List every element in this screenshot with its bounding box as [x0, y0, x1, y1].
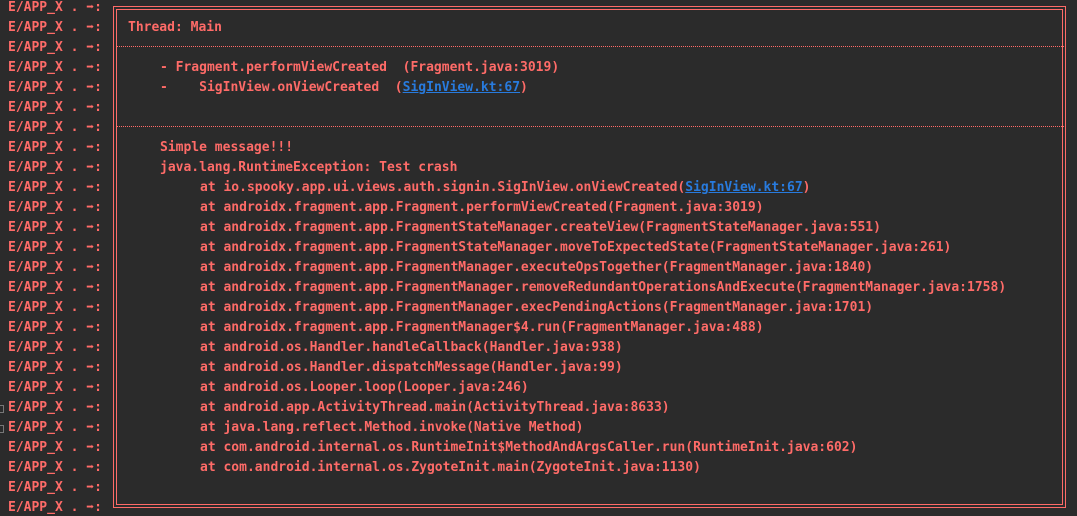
log-line: E/APP_X . ➡:: [0, 118, 1077, 138]
method-line: - SigInView.onViewCreated (SigInView.kt:…: [160, 78, 528, 98]
method-text: - Fragment.performViewCreated (Fragment.…: [160, 60, 560, 75]
stack-frame: at androidx.fragment.app.FragmentStateMa…: [200, 218, 881, 238]
stack-frame: at androidx.fragment.app.FragmentManager…: [200, 258, 873, 278]
log-tag: E/APP_X . ➡:: [8, 40, 102, 55]
log-tag: E/APP_X . ➡:: [8, 140, 102, 155]
log-tag: E/APP_X . ➡:: [8, 120, 102, 135]
log-tag: E/APP_X . ➡:: [8, 420, 102, 435]
log-line: E/APP_X . ➡: at androidx.fragment.app.Fra…: [0, 238, 1077, 258]
stack-frame: at androidx.fragment.app.FragmentManager…: [200, 318, 764, 338]
stack-frame-text: at androidx.fragment.app.FragmentStateMa…: [200, 240, 952, 255]
stack-frame-text: at androidx.fragment.app.FragmentStateMa…: [200, 220, 881, 235]
log-tag: E/APP_X . ➡:: [8, 380, 102, 395]
stack-frame: at java.lang.reflect.Method.invoke(Nativ…: [200, 418, 584, 438]
stack-frame-text: at android.os.Handler.dispatchMessage(Ha…: [200, 360, 623, 375]
log-tag: E/APP_X . ➡:: [8, 180, 102, 195]
stack-frame: at androidx.fragment.app.Fragment.perfor…: [200, 198, 764, 218]
stack-frame-text: at android.os.Handler.handleCallback(Han…: [200, 340, 623, 355]
stack-frame-text: at android.app.ActivityThread.main(Activ…: [200, 400, 670, 415]
log-tag: E/APP_X . ➡:: [8, 400, 102, 415]
stack-frame: at androidx.fragment.app.FragmentStateMa…: [200, 238, 951, 258]
stack-frame: at android.app.ActivityThread.main(Activ…: [200, 398, 670, 418]
method-line: - Fragment.performViewCreated (Fragment.…: [160, 58, 559, 78]
log-line: E/APP_X . ➡: at androidx.fragment.app.Fra…: [0, 318, 1077, 338]
stack-frame-text: at androidx.fragment.app.Fragment.perfor…: [200, 200, 764, 215]
log-line: E/APP_X . ➡: at android.os.Handler.handle…: [0, 338, 1077, 358]
thread-title: Thread: Main: [128, 20, 222, 35]
log-tag: E/APP_X . ➡:: [8, 20, 102, 35]
log-line: E/APP_X . ➡:: [0, 498, 1077, 516]
source-link[interactable]: SigInView.kt:67: [685, 180, 802, 195]
stack-frame-text: at androidx.fragment.app.FragmentManager…: [200, 320, 764, 335]
log-line: E/APP_X . ➡: at android.app.ActivityThrea…: [0, 398, 1077, 418]
log-tag: E/APP_X . ➡:: [8, 480, 102, 495]
log-line: E/APP_X . ➡: at java.lang.reflect.Method.…: [0, 418, 1077, 438]
log-tag: E/APP_X . ➡:: [8, 260, 102, 275]
stack-frame-text: at com.android.internal.os.ZygoteInit.ma…: [200, 460, 701, 475]
method-text: - SigInView.onViewCreated (: [160, 80, 403, 95]
log-tag: E/APP_X . ➡:: [8, 460, 102, 475]
log-line: E/APP_X . ➡: - Fragment.performViewCreate…: [0, 58, 1077, 78]
source-link[interactable]: SigInView.kt:67: [403, 80, 520, 95]
stack-frame: at com.android.internal.os.ZygoteInit.ma…: [200, 458, 701, 478]
log-line: E/APP_X . ➡: Simple message!!!: [0, 138, 1077, 158]
log-tag: E/APP_X . ➡:: [8, 0, 102, 15]
log-tag: E/APP_X . ➡:: [8, 60, 102, 75]
stack-frame: at io.spooky.app.ui.views.auth.signin.Si…: [200, 178, 811, 198]
log-tag: E/APP_X . ➡:: [8, 200, 102, 215]
log-tag: E/APP_X . ➡:: [8, 280, 102, 295]
stack-frame-suffix: ): [802, 180, 811, 195]
stack-frame-text: at androidx.fragment.app.FragmentManager…: [200, 300, 874, 315]
log-tag: E/APP_X . ➡:: [8, 220, 102, 235]
stack-frame-text: at io.spooky.app.ui.views.auth.signin.Si…: [200, 180, 686, 195]
log-line: E/APP_X . ➡: at androidx.fragment.app.Fra…: [0, 278, 1077, 298]
stack-frame: at android.os.Handler.dispatchMessage(Ha…: [200, 358, 623, 378]
log-tag: E/APP_X . ➡:: [8, 300, 102, 315]
log-line: E/APP_X . ➡: at androidx.fragment.app.Fra…: [0, 198, 1077, 218]
exception-line: java.lang.RuntimeException: Test crash: [160, 160, 458, 175]
stack-frame: at android.os.Looper.loop(Looper.java:24…: [200, 378, 529, 398]
log-line: E/APP_X . ➡: at io.spooky.app.ui.views.au…: [0, 178, 1077, 198]
log-line: E/APP_X . ➡:: [0, 98, 1077, 118]
stack-frame: at androidx.fragment.app.FragmentManager…: [200, 298, 873, 318]
log-line: E/APP_X . ➡:: [0, 0, 1077, 18]
log-line: E/APP_X . ➡: - SigInView.onViewCreated (S…: [0, 78, 1077, 98]
log-tag: E/APP_X . ➡:: [8, 100, 102, 115]
stack-frame-text: at java.lang.reflect.Method.invoke(Nativ…: [200, 420, 584, 435]
log-line: E/APP_X . ➡: at androidx.fragment.app.Fra…: [0, 258, 1077, 278]
log-line: E/APP_X . ➡:: [0, 38, 1077, 58]
log-line: E/APP_X . ➡:: [0, 478, 1077, 498]
log-message: Simple message!!!: [160, 140, 294, 155]
fold-marker-icon[interactable]: [0, 425, 4, 433]
log-line: E/APP_X . ➡: at android.os.Handler.dispat…: [0, 358, 1077, 378]
log-line: E/APP_X . ➡: at com.android.internal.os.Z…: [0, 458, 1077, 478]
log-tag: E/APP_X . ➡:: [8, 160, 102, 175]
log-tag: E/APP_X . ➡:: [8, 340, 102, 355]
log-tag: E/APP_X . ➡:: [8, 80, 102, 95]
stack-frame: at com.android.internal.os.RuntimeInit$M…: [200, 438, 857, 458]
stack-frame-text: at android.os.Looper.loop(Looper.java:24…: [200, 380, 529, 395]
stack-frame: at android.os.Handler.handleCallback(Han…: [200, 338, 623, 358]
method-suffix: ): [520, 80, 528, 95]
stack-frame-text: at androidx.fragment.app.FragmentManager…: [200, 260, 874, 275]
log-tag: E/APP_X . ➡:: [8, 240, 102, 255]
log-line: E/APP_X . ➡: Thread: Main: [0, 18, 1077, 38]
log-tag: E/APP_X . ➡:: [8, 500, 102, 515]
log-line: E/APP_X . ➡: at com.android.internal.os.R…: [0, 438, 1077, 458]
log-line: E/APP_X . ➡: java.lang.RuntimeException: …: [0, 158, 1077, 178]
log-tag: E/APP_X . ➡:: [8, 320, 102, 335]
log-tag: E/APP_X . ➡:: [8, 360, 102, 375]
stack-frame: at androidx.fragment.app.FragmentManager…: [200, 278, 1006, 298]
stack-frame-text: at com.android.internal.os.RuntimeInit$M…: [200, 440, 858, 455]
log-line: E/APP_X . ➡: at androidx.fragment.app.Fra…: [0, 298, 1077, 318]
log-line: E/APP_X . ➡: at androidx.fragment.app.Fra…: [0, 218, 1077, 238]
log-tag: E/APP_X . ➡:: [8, 440, 102, 455]
log-line: E/APP_X . ➡: at android.os.Looper.loop(Lo…: [0, 378, 1077, 398]
fold-marker-icon[interactable]: [0, 405, 4, 413]
stack-frame-text: at androidx.fragment.app.FragmentManager…: [200, 280, 1007, 295]
